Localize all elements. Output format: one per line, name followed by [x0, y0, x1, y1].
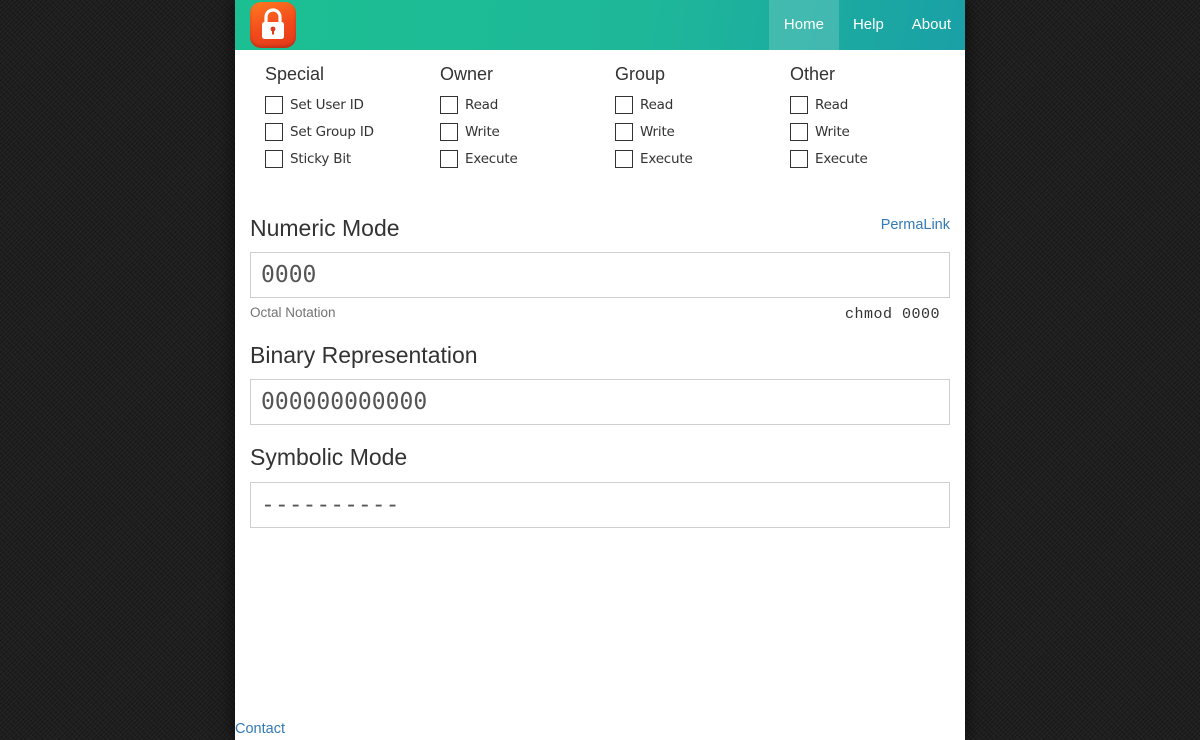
- option-set-user-id: Set User ID: [265, 94, 364, 116]
- option-label: Write: [640, 124, 675, 140]
- option-label: Write: [465, 124, 500, 140]
- nav-help[interactable]: Help: [839, 0, 898, 50]
- option-label: Execute: [640, 151, 693, 167]
- group-title: Other: [790, 64, 836, 84]
- checkbox[interactable]: [790, 123, 808, 141]
- checkbox[interactable]: [615, 123, 633, 141]
- checkbox[interactable]: [790, 96, 808, 114]
- checkbox[interactable]: [615, 150, 633, 168]
- option-sticky-bit: Sticky Bit: [265, 148, 351, 170]
- group-owner: Owner Read Write Execute: [440, 62, 518, 168]
- binary-representation-title: Binary Representation: [250, 342, 478, 368]
- permalink-link[interactable]: PermaLink: [881, 217, 950, 233]
- checkbox[interactable]: [790, 150, 808, 168]
- octal-notation-label: Octal Notation: [250, 305, 336, 320]
- main-panel: Home Help About Special Set User ID Set …: [235, 0, 965, 740]
- option-label: Read: [815, 97, 849, 113]
- checkbox[interactable]: [265, 96, 283, 114]
- numeric-mode-title: Numeric Mode: [250, 215, 400, 241]
- group-title: Group: [615, 64, 666, 84]
- group-title: Special: [265, 64, 325, 84]
- nav-about[interactable]: About: [898, 0, 965, 50]
- checkbox[interactable]: [440, 96, 458, 114]
- checkbox[interactable]: [440, 150, 458, 168]
- option-label: Execute: [815, 151, 868, 167]
- option-label: Set Group ID: [290, 124, 374, 140]
- option-other-execute: Execute: [790, 148, 868, 170]
- padlock-icon[interactable]: [250, 2, 296, 48]
- option-set-group-id: Set Group ID: [265, 121, 374, 143]
- option-owner-read: Read: [440, 94, 498, 116]
- nav-menu: Home Help About: [768, 0, 965, 50]
- group-other: Other Read Write Execute: [790, 62, 868, 168]
- binary-representation-input[interactable]: 000000000000: [250, 379, 950, 425]
- contact-link[interactable]: Contact: [235, 721, 285, 737]
- group-title: Owner: [440, 64, 494, 84]
- checkbox[interactable]: [265, 150, 283, 168]
- nav-home[interactable]: Home: [768, 0, 839, 50]
- option-label: Read: [640, 97, 674, 113]
- option-owner-execute: Execute: [440, 148, 518, 170]
- symbolic-mode-title: Symbolic Mode: [250, 444, 408, 470]
- navbar: Home Help About: [235, 0, 965, 50]
- option-label: Execute: [465, 151, 518, 167]
- option-group-read: Read: [615, 94, 673, 116]
- option-owner-write: Write: [440, 121, 500, 143]
- checkbox[interactable]: [440, 123, 458, 141]
- group-group: Group Read Write Execute: [615, 62, 693, 168]
- option-other-read: Read: [790, 94, 848, 116]
- option-label: Read: [465, 97, 499, 113]
- symbolic-mode-input[interactable]: ----------: [250, 482, 950, 528]
- option-other-write: Write: [790, 121, 850, 143]
- numeric-mode-input[interactable]: 0000: [250, 252, 950, 298]
- checkbox[interactable]: [615, 96, 633, 114]
- chmod-command: chmod 0000: [844, 306, 940, 323]
- checkbox[interactable]: [265, 123, 283, 141]
- option-label: Sticky Bit: [290, 151, 351, 167]
- option-label: Write: [815, 124, 850, 140]
- option-label: Set User ID: [290, 97, 364, 113]
- group-special: Special Set User ID Set Group ID Sticky …: [265, 62, 374, 168]
- option-group-execute: Execute: [615, 148, 693, 170]
- option-group-write: Write: [615, 121, 675, 143]
